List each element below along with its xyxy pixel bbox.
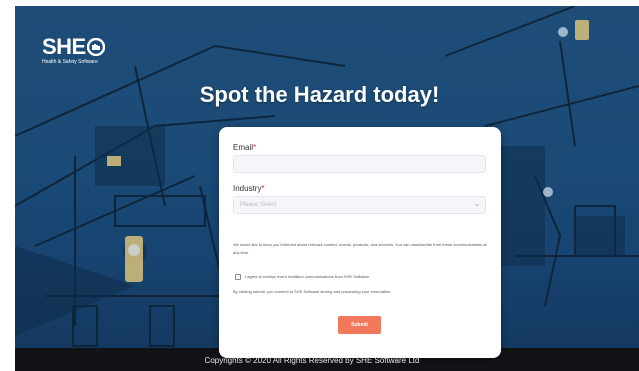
logo-tagline: Health & Safety Software — [42, 59, 98, 65]
industry-select-value: Please Select — [240, 202, 277, 208]
copyright-text: Copyrights © 2020 All Rights Reserved by… — [204, 356, 420, 365]
signup-form: Email* Industry* Please Select We would … — [219, 127, 501, 358]
logo-brand: SHE — [42, 34, 86, 59]
she-logo[interactable]: SHE Health & Safety Software — [42, 36, 105, 65]
shield-hand-icon — [86, 38, 105, 56]
checkbox-label: I agree to receive event invitation comm… — [245, 274, 371, 279]
event-invite-checkbox[interactable] — [235, 274, 241, 280]
submit-button[interactable]: Submit — [338, 316, 381, 334]
page-title: Spot the Hazard today! — [199, 82, 440, 107]
email-input[interactable] — [233, 155, 486, 173]
required-marker: * — [253, 143, 257, 152]
required-marker: * — [261, 184, 265, 193]
industry-label: Industry* — [233, 184, 265, 193]
chevron-down-icon — [474, 203, 480, 207]
consent-text: We would like to keep you informed about… — [233, 242, 487, 255]
industry-select[interactable]: Please Select — [233, 196, 486, 214]
submit-notice: By clicking submit, you consent to SHE S… — [233, 289, 392, 294]
email-label: Email* — [233, 143, 257, 152]
